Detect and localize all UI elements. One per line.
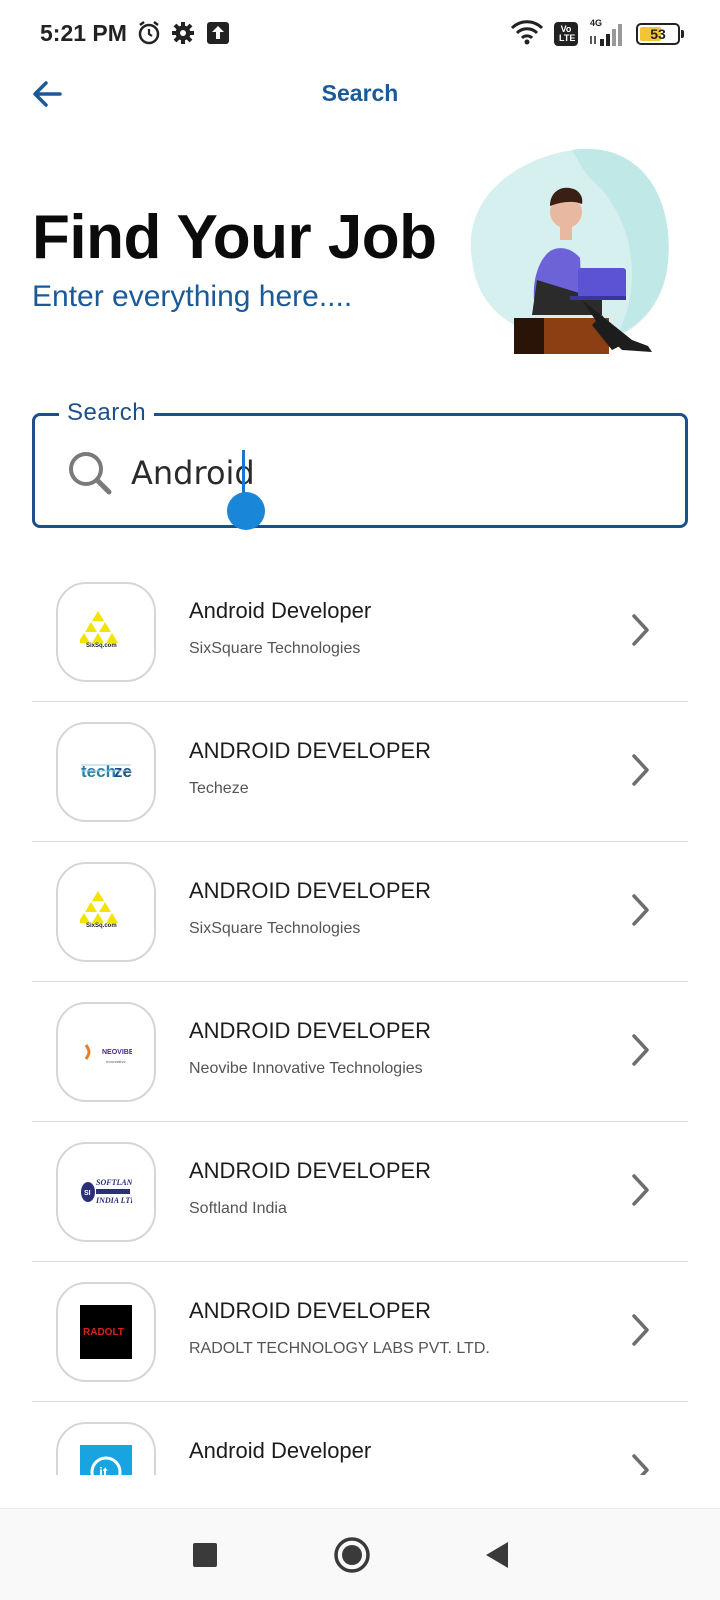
job-company: Neovibe Innovative Technologies <box>189 1060 423 1077</box>
job-title: Android Developer <box>189 1438 372 1463</box>
chevron-right-icon <box>632 754 649 786</box>
job-company: RADOLT TECHNOLOGY LABS PVT. LTD. <box>189 1340 490 1357</box>
battery-icon: 53 <box>636 23 684 45</box>
company-logo: tech ze <box>56 722 156 822</box>
search-field[interactable]: Search <box>32 399 688 528</box>
job-title: ANDROID DEVELOPER <box>189 878 432 903</box>
signal-icon: 4G <box>588 18 626 48</box>
job-company: SixSquare Technologies <box>189 640 361 657</box>
hero-illustration <box>452 140 682 365</box>
job-company: Softland India <box>189 1200 287 1217</box>
sixsquare-logo: SixSq.com <box>80 605 132 659</box>
svg-text:INDIA LTD: INDIA LTD <box>95 1196 132 1205</box>
svg-text:innovative: innovative <box>106 1059 127 1064</box>
company-logo: RADOLT <box>56 1282 156 1382</box>
svg-text:SixSq.com: SixSq.com <box>86 643 117 649</box>
job-list-item[interactable]: RADOLT ANDROID DEVELOPER RADOLT TECHNOLO… <box>32 1262 688 1402</box>
hero-title: Find Your Job <box>32 203 437 272</box>
svg-text:SixSq.com: SixSq.com <box>86 923 117 929</box>
search-input[interactable] <box>131 446 651 500</box>
sixsquare-logo: SixSq.com <box>80 885 132 939</box>
svg-text:SOFTLAND: SOFTLAND <box>96 1178 132 1187</box>
alarm-icon <box>136 20 162 46</box>
svg-text:it: it <box>99 1464 108 1475</box>
it-logo: it <box>80 1445 132 1475</box>
job-title: ANDROID DEVELOPER <box>189 1298 432 1323</box>
wifi-icon <box>510 19 544 50</box>
job-title: ANDROID DEVELOPER <box>189 1018 432 1043</box>
search-icon <box>65 448 115 498</box>
job-title: Android Developer <box>189 598 372 623</box>
app-bar: Search <box>0 70 720 120</box>
job-list-item[interactable]: it Android Developer <box>32 1402 688 1475</box>
chevron-right-icon <box>632 1454 649 1475</box>
recents-button[interactable] <box>183 1533 227 1577</box>
text-caret <box>242 450 245 494</box>
volte-icon: Vo LTE <box>554 22 578 46</box>
job-company: SixSquare Technologies <box>189 920 361 937</box>
company-logo: it <box>56 1422 156 1475</box>
company-logo: SixSq.com <box>56 862 156 962</box>
status-right: Vo LTE 4G 53 <box>510 18 684 50</box>
hero-subtitle: Enter everything here.... <box>32 280 353 313</box>
job-title: ANDROID DEVELOPER <box>189 738 432 763</box>
techeze-logo: tech ze <box>80 745 132 799</box>
radolt-logo: RADOLT <box>80 1305 132 1359</box>
back-triangle-icon <box>486 1542 508 1568</box>
system-nav-bar <box>0 1508 720 1600</box>
company-logo: SixSq.com <box>56 582 156 682</box>
job-list-item[interactable]: SixSq.com ANDROID DEVELOPER SixSquare Te… <box>32 842 688 982</box>
search-label: Search <box>59 399 155 427</box>
svg-text:RADOLT: RADOLT <box>83 1327 124 1338</box>
job-list-item[interactable]: SixSq.com Android Developer SixSquare Te… <box>32 562 688 702</box>
chevron-right-icon <box>632 614 649 646</box>
back-nav-button[interactable] <box>476 1533 520 1577</box>
chevron-right-icon <box>632 1314 649 1346</box>
home-button[interactable] <box>330 1533 374 1577</box>
gear-icon <box>170 20 196 46</box>
chevron-right-icon <box>632 1174 649 1206</box>
upload-icon <box>205 20 231 46</box>
job-company: Techeze <box>189 780 249 797</box>
job-title: ANDROID DEVELOPER <box>189 1158 432 1183</box>
chevron-right-icon <box>632 894 649 926</box>
chevron-right-icon <box>632 1034 649 1066</box>
company-logo: SI SOFTLAND INDIA LTD <box>56 1142 156 1242</box>
home-circle-icon <box>334 1537 370 1573</box>
job-list: SixSq.com Android Developer SixSquare Te… <box>32 562 688 1475</box>
neovibe-logo: NEOVIBE innovative <box>80 1025 132 1079</box>
svg-text:NEOVIBE: NEOVIBE <box>102 1049 132 1056</box>
softland-logo: SI SOFTLAND INDIA LTD <box>80 1165 132 1219</box>
company-logo: NEOVIBE innovative <box>56 1002 156 1102</box>
svg-text:SI: SI <box>84 1190 91 1197</box>
battery-level: 53 <box>650 26 666 42</box>
status-bar: 5:21 PM Vo LTE 4G 53 <box>0 0 720 70</box>
status-time: 5:21 PM <box>40 20 127 46</box>
page-title: Search <box>321 80 399 106</box>
recents-square-icon <box>193 1543 217 1567</box>
job-list-item[interactable]: NEOVIBE innovative ANDROID DEVELOPER Neov… <box>32 982 688 1122</box>
job-list-item[interactable]: SI SOFTLAND INDIA LTD ANDROID DEVELOPER So… <box>32 1122 688 1262</box>
job-list-item[interactable]: tech ze ANDROID DEVELOPER Techeze <box>32 702 688 842</box>
volte-bottom: LTE <box>559 33 576 43</box>
